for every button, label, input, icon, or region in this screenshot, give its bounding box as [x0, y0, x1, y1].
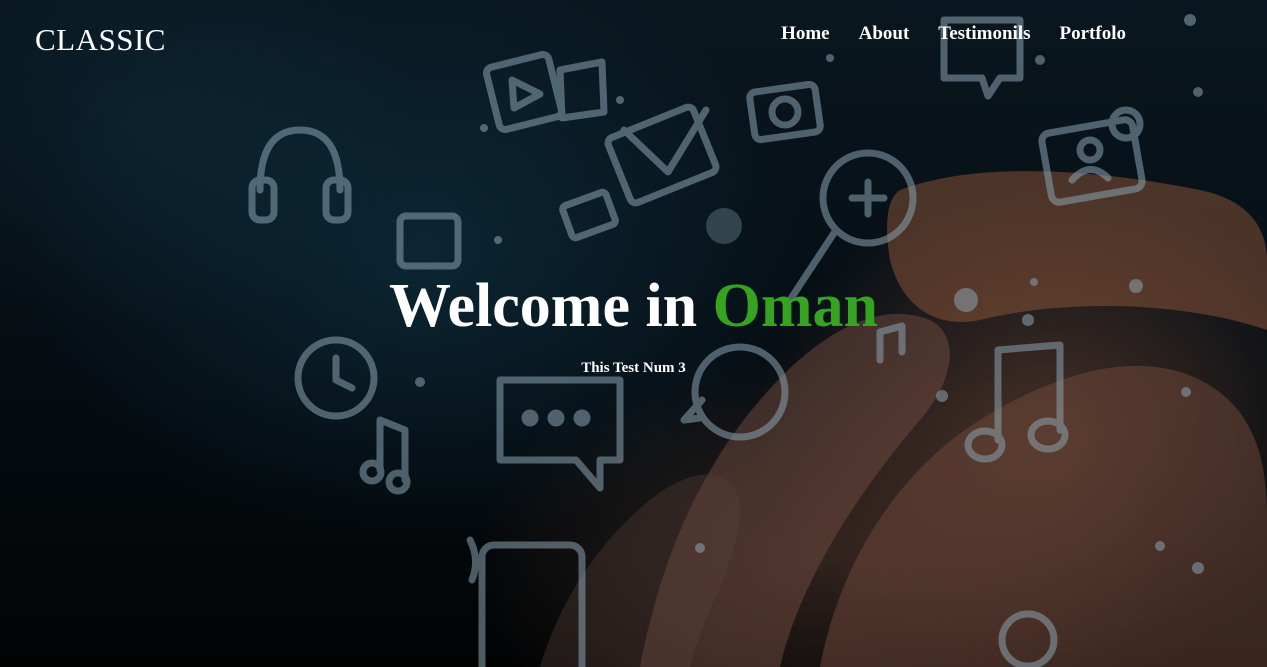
nav-link-home[interactable]: Home — [781, 23, 830, 44]
hero-content: Welcome in Oman This Test Num 3 — [0, 268, 1267, 377]
nav-menu: Home About Testimonils Portfolo — [781, 23, 1126, 45]
nav-item-testimonials: Testimonils — [938, 23, 1030, 45]
hero-title: Welcome in Oman — [0, 268, 1267, 344]
nav-item-about: About — [859, 23, 910, 45]
hero-subtitle: This Test Num 3 — [581, 360, 686, 376]
nav-item-home: Home — [781, 23, 830, 45]
brand-logo[interactable]: CLASSIC — [35, 22, 166, 58]
nav-item-portfolio: Portfolo — [1060, 23, 1126, 45]
hero-title-main: Welcome in — [388, 272, 698, 340]
hero-title-accent: Oman — [712, 272, 879, 340]
nav-link-about[interactable]: About — [859, 23, 910, 44]
nav-link-testimonials[interactable]: Testimonils — [938, 23, 1030, 44]
hero-section: CLASSIC Home About Testimonils Portfolo … — [0, 0, 1267, 667]
navbar: CLASSIC Home About Testimonils Portfolo — [0, 0, 1267, 80]
nav-link-portfolio[interactable]: Portfolo — [1060, 23, 1126, 44]
